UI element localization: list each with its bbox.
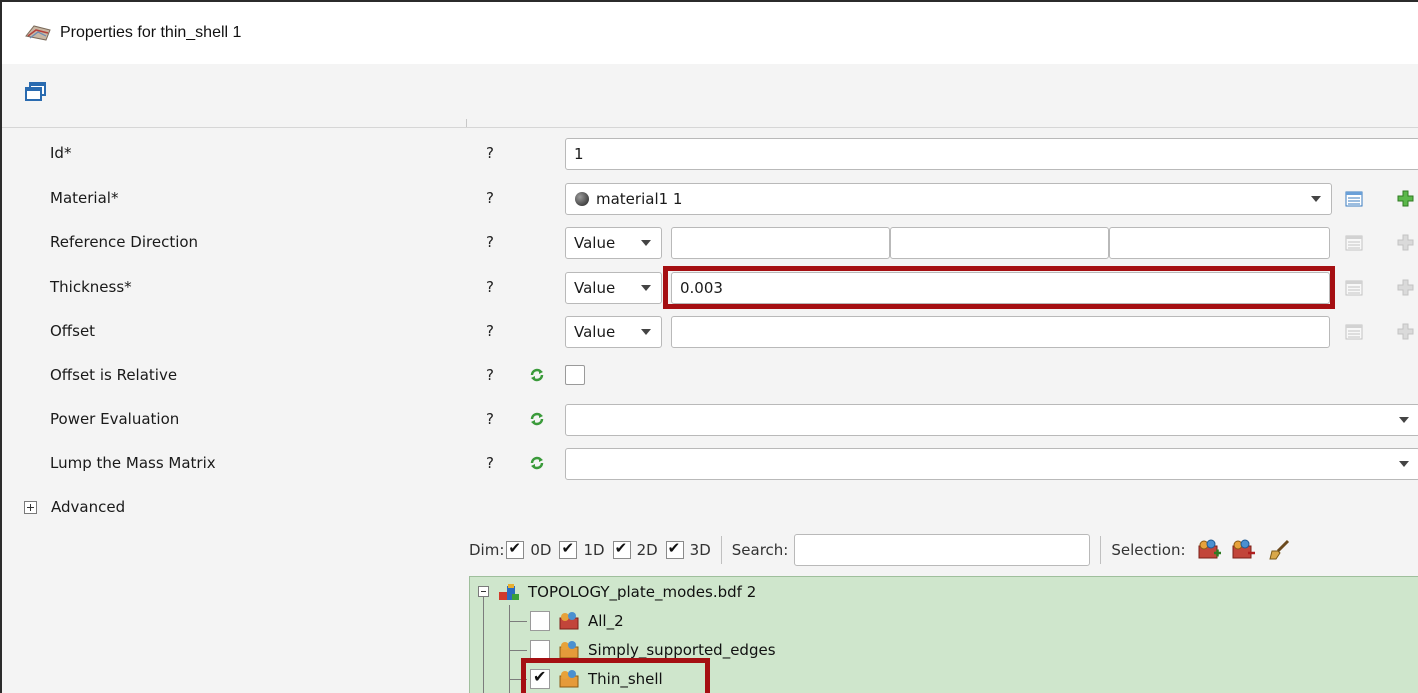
tree-root-item[interactable]: TOPOLOGY_plate_modes.bdf 2 <box>498 578 756 606</box>
dim-0d-checkbox[interactable] <box>506 539 525 559</box>
thickness-mode-select[interactable]: Value <box>565 272 662 304</box>
row-lump-mass-matrix: Lump the Mass Matrix ? <box>2 442 1418 486</box>
material-sphere-icon <box>575 192 589 206</box>
reference-direction-mode-value: Value <box>574 234 616 252</box>
row-id: Id* ? 1 <box>2 132 1418 176</box>
filter-bar: Dim: 0D 1D 2D 3D Search: Selection: <box>469 532 1292 568</box>
thickness-table-icon[interactable] <box>1345 280 1363 296</box>
dim-2d-label: 2D <box>636 541 658 559</box>
offset-mode-select[interactable]: Value <box>565 316 662 348</box>
chevron-down-icon <box>1311 196 1321 202</box>
tree-item-label: Simply_supported_edges <box>588 641 776 659</box>
reference-direction-table-icon[interactable] <box>1345 235 1363 251</box>
material-help[interactable]: ? <box>486 189 494 207</box>
offset-help[interactable]: ? <box>486 322 494 340</box>
collapse-icon[interactable] <box>478 586 489 597</box>
material-value: material1 1 <box>596 190 683 208</box>
advanced-label: Advanced <box>51 498 126 516</box>
dim-2d-checkbox[interactable] <box>612 539 631 559</box>
dim-1d-label: 1D <box>583 541 605 559</box>
tree-item[interactable]: All_2 <box>530 607 624 635</box>
advanced-section[interactable]: Advanced <box>24 498 125 516</box>
dim-3d-label: 3D <box>689 541 711 559</box>
add-offset-icon[interactable] <box>1396 322 1416 342</box>
add-thickness-icon[interactable] <box>1396 278 1416 298</box>
group-icon <box>559 641 579 659</box>
material-select[interactable]: material1 1 <box>565 183 1332 215</box>
reference-direction-mode-select[interactable]: Value <box>565 227 662 259</box>
model-icon <box>499 584 519 600</box>
thin-shell-highlight-box <box>521 658 710 693</box>
lump-mass-matrix-select[interactable] <box>565 448 1418 480</box>
material-table-icon[interactable] <box>1345 191 1363 207</box>
row-power-evaluation: Power Evaluation ? <box>2 398 1418 442</box>
title-bar: Properties for thin_shell 1 <box>2 2 1418 64</box>
dim-0d-label: 0D <box>530 541 552 559</box>
group-icon <box>559 612 579 630</box>
offset-mode-value: Value <box>574 323 616 341</box>
toolbar <box>2 64 1418 119</box>
properties-panel: Id* ? 1 Material* ? material1 1 Referenc… <box>2 128 1418 528</box>
row-offset: Offset ? Value <box>2 310 1418 354</box>
lump-mass-matrix-help[interactable]: ? <box>486 454 494 472</box>
expand-icon[interactable] <box>24 500 37 514</box>
reference-direction-label: Reference Direction <box>50 233 199 251</box>
reference-direction-y-field[interactable] <box>890 227 1109 259</box>
offset-field[interactable] <box>671 316 1330 348</box>
detach-window-icon[interactable] <box>24 81 48 103</box>
tree-root-label: TOPOLOGY_plate_modes.bdf 2 <box>528 583 757 601</box>
offset-is-relative-help[interactable]: ? <box>486 366 494 384</box>
id-field[interactable]: 1 <box>565 138 1418 170</box>
clear-selection-brush-icon[interactable] <box>1268 539 1292 561</box>
offset-is-relative-checkbox[interactable] <box>565 365 585 385</box>
offset-is-relative-label: Offset is Relative <box>50 366 178 384</box>
window-title: Properties for thin_shell 1 <box>60 24 242 41</box>
add-material-icon[interactable] <box>1396 189 1416 209</box>
thickness-highlight-box <box>663 266 1335 309</box>
separator <box>1100 536 1102 564</box>
add-to-selection-icon[interactable] <box>1196 539 1222 561</box>
chevron-down-icon <box>641 329 651 335</box>
toolbar-divider <box>2 119 1418 128</box>
thickness-label: Thickness* <box>50 278 132 296</box>
chevron-down-icon <box>641 240 651 246</box>
power-evaluation-help[interactable]: ? <box>486 410 494 428</box>
reset-default-icon[interactable] <box>529 455 545 471</box>
thickness-mode-value: Value <box>574 279 616 297</box>
reset-default-icon[interactable] <box>529 367 545 383</box>
row-reference-direction: Reference Direction ? Value <box>2 221 1418 265</box>
all-2-checkbox[interactable] <box>530 611 550 631</box>
chevron-down-icon <box>641 285 651 291</box>
reference-direction-x-field[interactable] <box>671 227 890 259</box>
chevron-down-icon <box>1399 461 1409 467</box>
reset-default-icon[interactable] <box>529 411 545 427</box>
reference-direction-z-field[interactable] <box>1109 227 1330 259</box>
power-evaluation-select[interactable] <box>565 404 1418 436</box>
dim-1d-checkbox[interactable] <box>559 539 578 559</box>
separator <box>720 536 722 564</box>
power-evaluation-label: Power Evaluation <box>50 410 180 428</box>
selection-label: Selection: <box>1111 541 1186 559</box>
app-icon <box>25 25 51 41</box>
offset-table-icon[interactable] <box>1345 324 1363 340</box>
tree-item-label: All_2 <box>588 612 624 630</box>
chevron-down-icon <box>1399 417 1409 423</box>
id-help[interactable]: ? <box>486 144 494 162</box>
add-reference-direction-icon[interactable] <box>1396 233 1416 253</box>
row-offset-is-relative: Offset is Relative ? <box>2 354 1418 398</box>
dim-3d-checkbox[interactable] <box>665 539 684 559</box>
offset-label: Offset <box>50 322 96 340</box>
search-input[interactable] <box>794 534 1091 566</box>
reference-direction-help[interactable]: ? <box>486 233 494 251</box>
remove-from-selection-icon[interactable] <box>1230 539 1256 561</box>
row-material: Material* ? material1 1 <box>2 177 1418 221</box>
material-label: Material* <box>50 189 119 207</box>
properties-window: Properties for thin_shell 1 Id* ? 1 Mate… <box>0 0 1418 693</box>
dim-label: Dim: <box>469 541 505 559</box>
simply-supported-edges-checkbox[interactable] <box>530 640 550 660</box>
id-label: Id* <box>50 144 72 162</box>
search-label: Search: <box>731 541 789 559</box>
lump-mass-matrix-label: Lump the Mass Matrix <box>50 454 216 472</box>
thickness-help[interactable]: ? <box>486 278 494 296</box>
